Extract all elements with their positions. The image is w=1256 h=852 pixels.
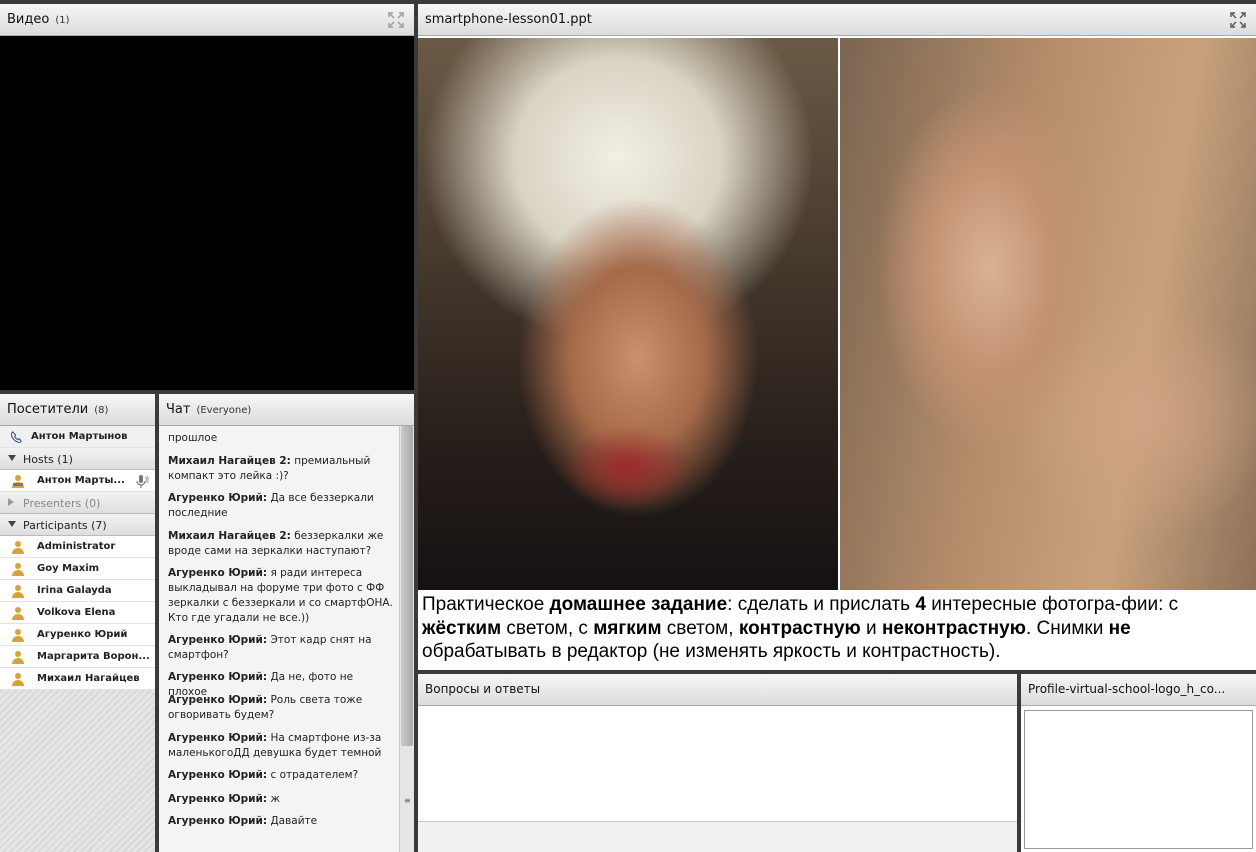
share-pod-title: smartphone-lesson01.ppt bbox=[425, 12, 592, 27]
presentation-slide: Практическое домашнее задание: сделать и… bbox=[418, 38, 1256, 670]
share-pod-header: smartphone-lesson01.ppt bbox=[418, 4, 1256, 36]
chat-message: Михаил Нагайцев 2: премиальный компакт э… bbox=[168, 455, 371, 482]
group-hosts-label: Hosts (1) bbox=[23, 453, 73, 466]
qa-pod-header: Вопросы и ответы bbox=[418, 674, 1017, 706]
video-pod-header: Видео (1) bbox=[0, 4, 414, 36]
video-pod-title: Видео (1) bbox=[7, 12, 70, 27]
group-hosts[interactable]: Hosts (1) bbox=[0, 448, 155, 470]
participant-row[interactable]: Михаил Нагайцев bbox=[0, 668, 155, 690]
person-icon bbox=[12, 541, 24, 554]
chat-message: прошлое bbox=[168, 432, 218, 444]
participant-name: Administrator bbox=[37, 541, 116, 552]
participant-name: Михаил Нагайцев bbox=[37, 673, 140, 684]
person-icon bbox=[12, 629, 24, 642]
person-icon bbox=[12, 607, 24, 620]
participant-name: Irina Galayda bbox=[37, 585, 112, 596]
attendees-pod-title: Посетители (8) bbox=[7, 402, 109, 417]
chat-scope: (Everyone) bbox=[196, 405, 252, 416]
qa-content[interactable] bbox=[418, 706, 1017, 822]
attendees-pod-header: Посетители (8) bbox=[0, 394, 155, 426]
video-pod-count: (1) bbox=[55, 15, 70, 26]
person-icon bbox=[12, 585, 24, 598]
maximize-icon[interactable] bbox=[388, 12, 404, 28]
chat-message: Агуренко Юрий: я ради интереса выкладыва… bbox=[168, 567, 393, 624]
current-user-row[interactable]: Антон Мартынов bbox=[0, 426, 155, 448]
qa-pod-title: Вопросы и ответы bbox=[425, 682, 541, 696]
group-presenters-label: Presenters (0) bbox=[23, 497, 101, 510]
chat-scrollbar-thumb[interactable] bbox=[401, 426, 413, 746]
host-row[interactable]: Антон Марты... bbox=[0, 470, 155, 492]
person-icon bbox=[12, 475, 24, 488]
host-name: Антон Марты... bbox=[37, 475, 125, 486]
current-user-name: Антон Мартынов bbox=[31, 431, 128, 442]
group-participants-label: Participants (7) bbox=[23, 519, 107, 532]
chevron-right-icon bbox=[8, 498, 14, 506]
chat-message: Агуренко Юрий: ж bbox=[168, 793, 280, 805]
slide-photo-hard-light bbox=[418, 38, 838, 590]
participant-name: Volkova Elena bbox=[37, 607, 116, 618]
chat-message: Агуренко Юрий: Давайте bbox=[168, 815, 318, 827]
participant-name: Маргарита Ворон... bbox=[37, 651, 150, 662]
participant-row[interactable]: Агуренко Юрий bbox=[0, 624, 155, 646]
qa-pod: Вопросы и ответы bbox=[418, 674, 1017, 852]
participant-name: Агуренко Юрий bbox=[37, 629, 128, 640]
attendees-count: (8) bbox=[94, 405, 109, 416]
person-icon bbox=[12, 651, 24, 664]
slide-homework-text: Практическое домашнее задание: сделать и… bbox=[422, 594, 1179, 662]
chat-message: Агуренко Юрий: Этот кадр снят на смартфо… bbox=[168, 634, 372, 661]
maximize-icon[interactable] bbox=[1230, 12, 1246, 28]
share-pod: smartphone-lesson01.ppt Практическое дом… bbox=[418, 4, 1256, 670]
phone-icon bbox=[10, 431, 22, 444]
chevron-down-icon bbox=[8, 455, 16, 461]
file-pod-header: Profile-virtual-school-logo_h_co... bbox=[1021, 674, 1256, 706]
chat-message: Михаил Нагайцев 2: беззеркалки же вроде … bbox=[168, 530, 384, 557]
resize-grip-icon: ≡ bbox=[404, 796, 411, 805]
file-pod-content[interactable] bbox=[1024, 710, 1253, 849]
person-icon bbox=[12, 563, 24, 576]
participant-row[interactable]: Irina Galayda bbox=[0, 580, 155, 602]
chat-message: Агуренко Юрий: Роль света тоже огвориват… bbox=[168, 694, 363, 721]
attendees-pod: Посетители (8) Антон Мартынов Hosts (1) А… bbox=[0, 394, 155, 852]
file-pod: Profile-virtual-school-logo_h_co... bbox=[1021, 674, 1256, 852]
chat-message-list: прошлое Михаил Нагайцев 2: премиальный к… bbox=[159, 426, 399, 852]
chat-message: Агуренко Юрий: Да все беззеркали последн… bbox=[168, 492, 374, 519]
chevron-down-icon bbox=[8, 521, 16, 527]
participant-row[interactable]: Goy Maxim bbox=[0, 558, 155, 580]
participant-row[interactable]: Маргарита Ворон... bbox=[0, 646, 155, 668]
group-participants[interactable]: Participants (7) bbox=[0, 514, 155, 536]
chat-pod-title: Чат (Everyone) bbox=[166, 402, 252, 417]
group-presenters[interactable]: Presenters (0) bbox=[0, 492, 155, 514]
participant-row[interactable]: Administrator bbox=[0, 536, 155, 558]
file-pod-title: Profile-virtual-school-logo_h_co... bbox=[1028, 682, 1226, 696]
slide-photo-soft-light bbox=[840, 38, 1256, 590]
microphone-icon bbox=[136, 475, 149, 488]
chat-pod: Чат (Everyone) прошлое Михаил Нагайцев 2:… bbox=[159, 394, 414, 852]
participant-row[interactable]: Volkova Elena bbox=[0, 602, 155, 624]
chat-pod-header: Чат (Everyone) bbox=[159, 394, 414, 426]
chat-message: Агуренко Юрий: с отрадателем? bbox=[168, 769, 359, 781]
person-icon bbox=[12, 673, 24, 686]
chat-scrollbar[interactable]: ≡ bbox=[399, 426, 414, 852]
chat-message: Агуренко Юрий: На смартфоне из-за малень… bbox=[168, 732, 382, 759]
video-pod: Видео (1) bbox=[0, 4, 414, 390]
participant-name: Goy Maxim bbox=[37, 563, 100, 574]
